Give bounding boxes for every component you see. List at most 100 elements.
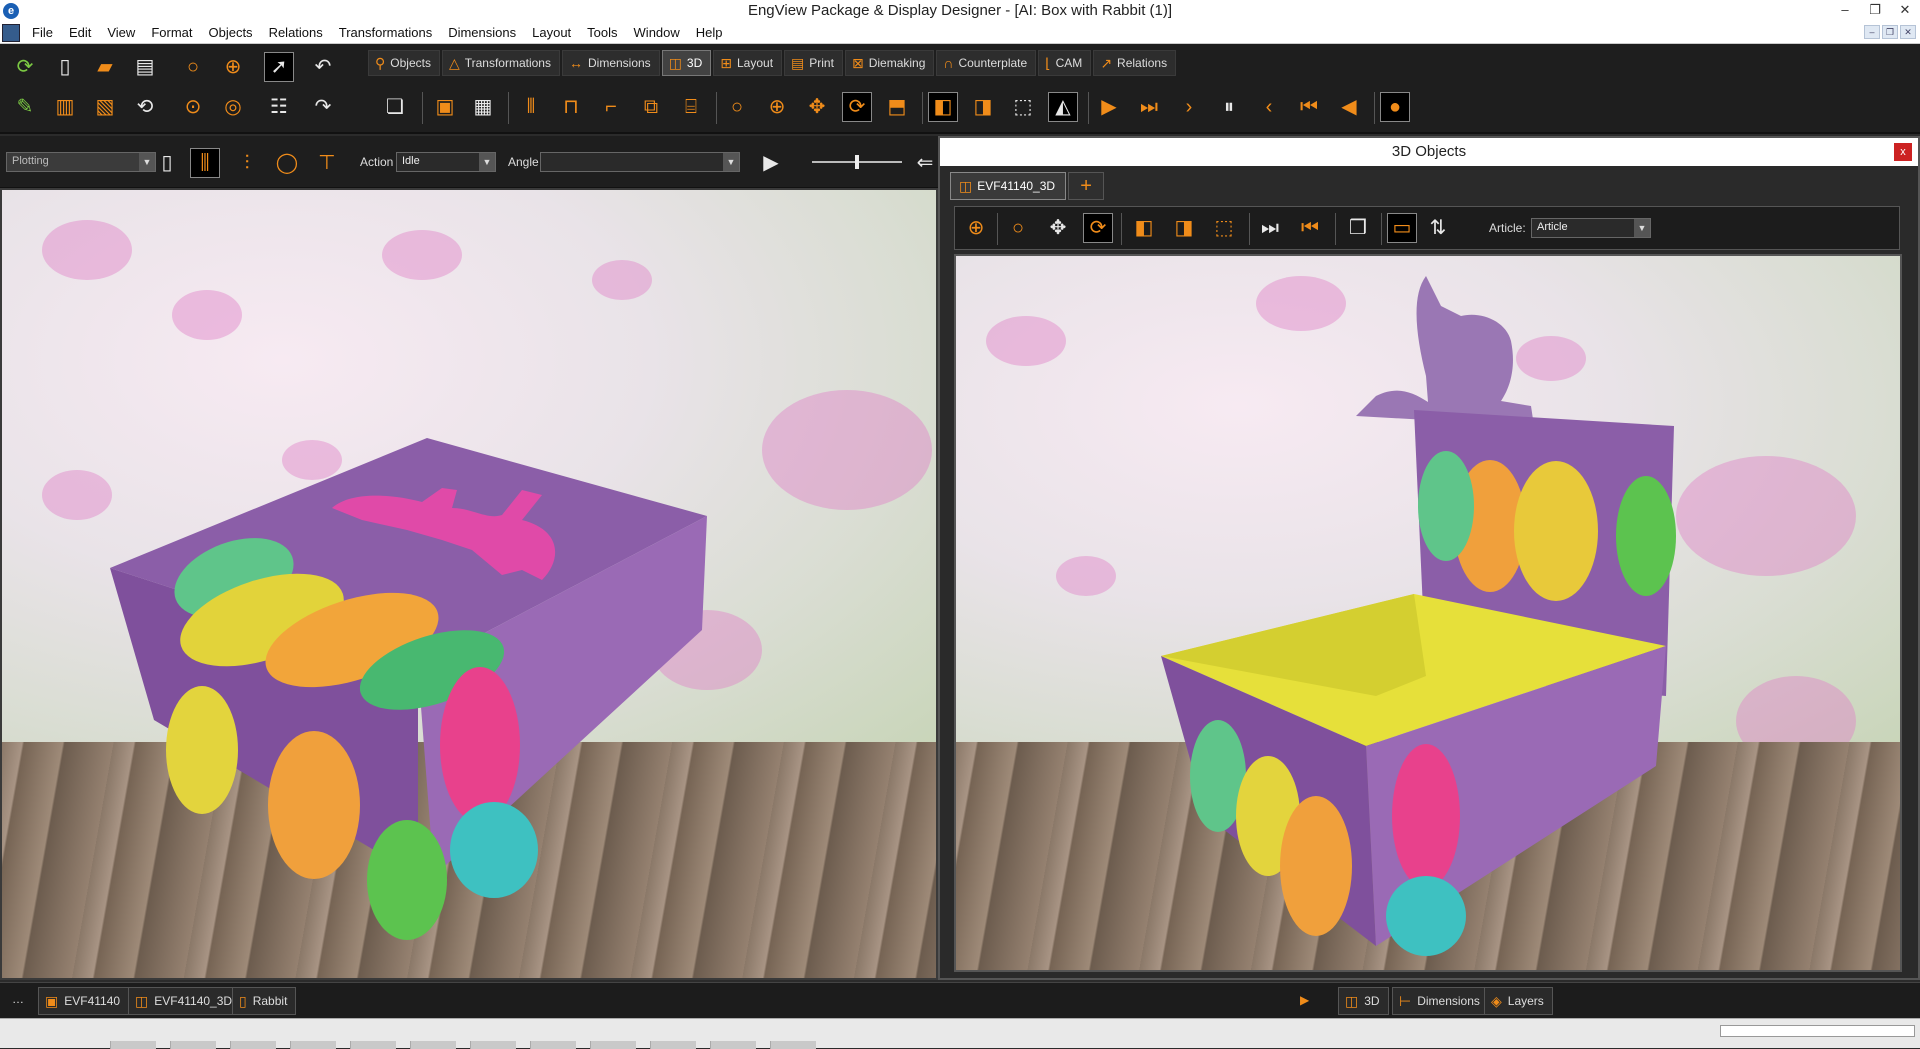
lasso-icon[interactable]: ◯ xyxy=(272,148,302,178)
mdi-close-button[interactable]: ✕ xyxy=(1900,25,1916,39)
menu-edit[interactable]: Edit xyxy=(61,25,99,40)
orbit-icon[interactable]: ⟳ xyxy=(842,92,872,122)
tab-transformations[interactable]: △ Transformations xyxy=(441,50,560,76)
save-3d-icon[interactable]: ▣ xyxy=(430,92,460,122)
corner-icon[interactable]: ⌐ xyxy=(596,92,626,122)
wireframe-cube-icon[interactable]: ⬚ xyxy=(1008,92,1038,122)
skip-end-icon[interactable]: ⏭ xyxy=(1255,213,1285,243)
grid-view-icon[interactable]: ☷ xyxy=(264,92,294,122)
copy-icon[interactable]: ❏ xyxy=(380,92,410,122)
shaded-cube-icon[interactable]: ◨ xyxy=(968,92,998,122)
zoom-window-icon[interactable]: ◎ xyxy=(218,92,248,122)
skip-start-icon[interactable]: ⏮ xyxy=(1295,213,1325,243)
minimize-button[interactable]: – xyxy=(1830,0,1860,22)
tab-layout[interactable]: ⊞ Layout xyxy=(713,50,783,76)
panel-tab-3d[interactable]: ◫ 3D xyxy=(1338,987,1389,1015)
align-icon[interactable]: ⫴ xyxy=(516,92,546,122)
tab-evf41140-3d[interactable]: ◫ EVF41140_3D xyxy=(950,172,1067,200)
tab-print[interactable]: ▤ Print xyxy=(784,50,843,76)
new-file-icon[interactable]: ▯ xyxy=(50,52,80,82)
menu-relations[interactable]: Relations xyxy=(261,25,331,40)
tab-dimensions[interactable]: ↔ Dimensions xyxy=(561,50,660,76)
menu-transformations[interactable]: Transformations xyxy=(331,25,440,40)
shaded-cube-icon[interactable]: ◨ xyxy=(1169,213,1199,243)
zoom-extents-icon[interactable]: ⊙ xyxy=(178,92,208,122)
background-image-icon[interactable]: ◭ xyxy=(1048,92,1078,122)
solid-cube-icon[interactable]: ◧ xyxy=(1129,213,1159,243)
doc-tab-rabbit[interactable]: ▯ Rabbit xyxy=(232,987,297,1015)
undo-icon[interactable]: ↶ xyxy=(308,52,338,82)
menu-tools[interactable]: Tools xyxy=(579,25,625,40)
select-arrow-icon[interactable]: ➚ xyxy=(264,52,294,82)
zoom-in-icon[interactable]: ⊕ xyxy=(961,213,991,243)
layout-icon[interactable]: ▦ xyxy=(468,92,498,122)
doc-tab-evf41140[interactable]: ▣ EVF41140 xyxy=(38,987,130,1015)
tab-diemaking[interactable]: ⊠ Diemaking xyxy=(844,50,935,76)
panel-tab-layers[interactable]: ◈ Layers xyxy=(1484,987,1553,1015)
tab-3d[interactable]: ◫ 3D xyxy=(661,50,712,76)
fold-icon[interactable]: ⧉ xyxy=(636,92,666,122)
mode-select[interactable]: Plotting ▼ xyxy=(6,152,156,172)
flip-arrows-icon[interactable]: ⇅ xyxy=(1423,213,1453,243)
add-tab-button[interactable]: + xyxy=(1068,172,1105,200)
zoom-3d-icon[interactable]: ○ xyxy=(722,92,752,122)
measure-icon[interactable]: ⫼ xyxy=(190,148,220,178)
box-view-icon[interactable]: ⬒ xyxy=(882,92,912,122)
step-forward-icon[interactable]: › xyxy=(1174,92,1204,122)
tab-cam[interactable]: ⌊ CAM xyxy=(1038,50,1092,76)
menu-objects[interactable]: Objects xyxy=(200,25,260,40)
refresh-icon[interactable]: ⟳ xyxy=(10,52,40,82)
cylinder-icon[interactable]: ⌸ xyxy=(676,92,706,122)
zoom-in-3d-icon[interactable]: ⊕ xyxy=(762,92,792,122)
print-preview-icon[interactable]: ▧ xyxy=(90,92,120,122)
menu-help[interactable]: Help xyxy=(688,25,731,40)
action-select[interactable]: Idle ▼ xyxy=(396,152,496,172)
tab-relations[interactable]: ↗ Relations xyxy=(1093,50,1177,76)
solid-cube-icon[interactable]: ◧ xyxy=(928,92,958,122)
tab-counterplate[interactable]: ∩ Counterplate xyxy=(936,50,1037,76)
menu-window[interactable]: Window xyxy=(626,25,688,40)
save-icon[interactable]: ▤ xyxy=(130,52,160,82)
open-folder-icon[interactable]: ▰ xyxy=(90,52,120,82)
arrange-icon[interactable]: ⊓ xyxy=(556,92,586,122)
pan-icon[interactable]: ✥ xyxy=(1043,213,1073,243)
sphere-icon[interactable]: ● xyxy=(1380,92,1410,122)
skip-start-icon[interactable]: ⏮ xyxy=(1294,92,1324,122)
orbit-icon[interactable]: ⟳ xyxy=(1083,213,1113,243)
play-icon[interactable]: ▶ xyxy=(1094,92,1124,122)
skip-end-icon[interactable]: ⏭ xyxy=(1134,92,1164,122)
arrow-left-icon[interactable]: ⇐ xyxy=(910,148,940,178)
menu-dimensions[interactable]: Dimensions xyxy=(440,25,524,40)
slider-thumb[interactable] xyxy=(855,155,859,169)
zoom-icon[interactable]: ○ xyxy=(178,52,208,82)
pan-icon[interactable]: ✥ xyxy=(802,92,832,122)
close-button[interactable]: ✕ xyxy=(1890,0,1920,22)
mdi-restore-button[interactable]: ❐ xyxy=(1882,25,1898,39)
zoom-icon[interactable]: ○ xyxy=(1003,213,1033,243)
tab-objects[interactable]: ⚲ Objects xyxy=(368,50,440,76)
more-tabs-button[interactable]: … xyxy=(12,992,24,1006)
reverse-play-icon[interactable]: ◀ xyxy=(1334,92,1364,122)
article-select[interactable]: Article ▼ xyxy=(1531,218,1651,238)
menu-layout[interactable]: Layout xyxy=(524,25,579,40)
main-3d-viewport[interactable] xyxy=(0,188,938,980)
document-icon[interactable] xyxy=(2,23,20,42)
wireframe-cube-icon[interactable]: ⬚ xyxy=(1209,213,1239,243)
panel-close-button[interactable]: x xyxy=(1894,143,1912,161)
panel-tab-dimensions[interactable]: ⊢ Dimensions xyxy=(1392,987,1489,1015)
restore-button[interactable]: ❐ xyxy=(1860,0,1890,22)
mdi-minimize-button[interactable]: – xyxy=(1864,25,1880,39)
zoom-in-icon[interactable]: ⊕ xyxy=(218,52,248,82)
print-icon[interactable]: ▥ xyxy=(50,92,80,122)
menu-file[interactable]: File xyxy=(24,25,61,40)
ruler-vertical-icon[interactable]: ⫶ xyxy=(232,148,262,178)
pause-icon[interactable]: ⏸ xyxy=(1214,92,1244,122)
menu-view[interactable]: View xyxy=(99,25,143,40)
rotate-icon[interactable]: ⟲ xyxy=(130,92,160,122)
article-3d-viewport[interactable] xyxy=(954,254,1902,972)
doc-tab-evf41140-3d[interactable]: ◫ EVF41140_3D xyxy=(128,987,242,1015)
edit-pencil-icon[interactable]: ✎ xyxy=(10,92,40,122)
unfold-icon[interactable]: ▭ xyxy=(1387,213,1417,243)
menu-format[interactable]: Format xyxy=(143,25,200,40)
paint-roller-icon[interactable]: ⊤ xyxy=(312,148,342,178)
